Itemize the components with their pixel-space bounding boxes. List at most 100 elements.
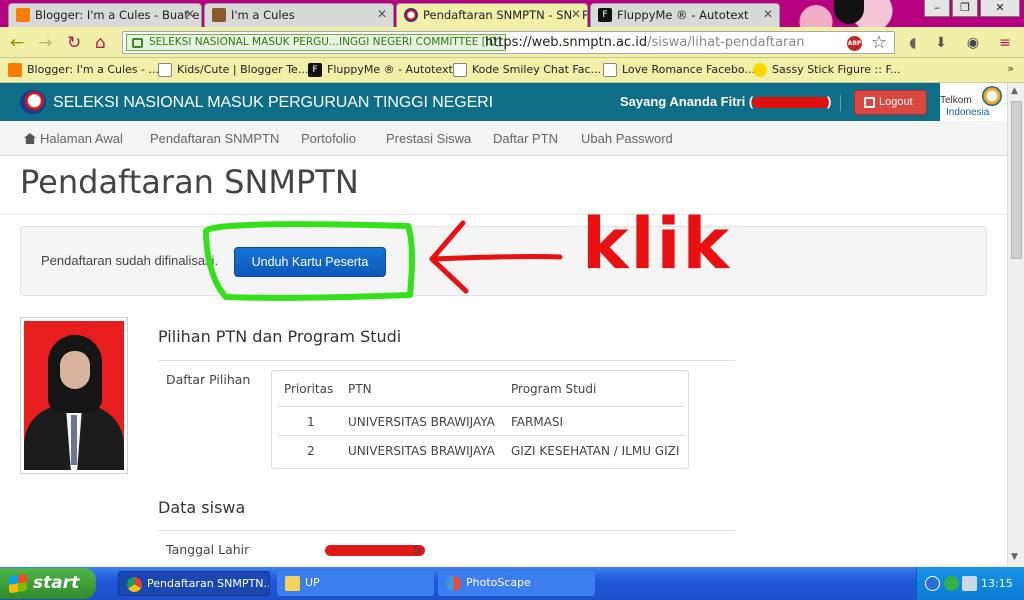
page-icon xyxy=(158,63,172,77)
bookmark-label: Love Romance Facebo... xyxy=(622,63,755,76)
ev-label: SELEKSI NASIONAL MASUK PERGU...INGGI NEG… xyxy=(149,36,502,48)
fluppyme-icon: F xyxy=(598,8,612,22)
page-scrollbar[interactable]: ▲ ▼ xyxy=(1007,83,1024,567)
taskbar-item-chrome[interactable]: Pendaftaran SNMPTN... xyxy=(118,571,270,596)
bookmarks-overflow[interactable]: » xyxy=(1007,62,1014,75)
smiley-code-icon xyxy=(453,63,467,77)
taskbar-item-photoscape[interactable]: PhotoScape xyxy=(438,571,595,596)
download-extension-icon[interactable]: ⬇ xyxy=(932,34,950,52)
table-cell: FARMASI xyxy=(511,415,564,429)
finalized-text: Pendaftaran sudah difinalisasi. xyxy=(41,253,219,268)
browser-tab-snmptn[interactable]: Pendaftaran SNMPTN - SNMP ✕ xyxy=(396,3,588,27)
folder-icon xyxy=(285,576,300,591)
tab-label: Pendaftaran SNMPTN - SNMP xyxy=(423,8,588,22)
table-cell: 1 xyxy=(307,415,315,429)
section-title-student: Data siswa xyxy=(158,498,246,517)
start-button[interactable]: start xyxy=(0,568,96,599)
bookmark-item[interactable]: F FluppyMe ® - Autotext xyxy=(308,63,453,77)
bookmark-item[interactable]: Kode Smiley Chat Fac... xyxy=(453,63,601,77)
bookmark-item[interactable]: Love Romance Facebo... xyxy=(603,63,755,77)
close-window-icon[interactable]: ✕ xyxy=(980,0,1020,17)
bookmark-item[interactable]: Blogger: I'm a Cules - ... xyxy=(8,63,159,77)
taskbar-item-folder[interactable]: UP xyxy=(277,571,434,596)
nav-item-ubah-password[interactable]: Ubah Password xyxy=(581,131,673,146)
audio-extension-icon[interactable]: ◖ xyxy=(904,34,922,52)
page-icon xyxy=(603,63,617,77)
site-title: SELEKSI NASIONAL MASUK PERGURUAN TINGGI … xyxy=(53,94,493,111)
nav-item-halaman-awal[interactable]: Halaman Awal xyxy=(24,131,123,146)
logout-icon xyxy=(864,97,875,108)
bookmark-item[interactable]: Sassy Stick Figure :: F... xyxy=(753,63,901,77)
table-cell: UNIVERSITAS BRAWIJAYA xyxy=(348,415,495,429)
forward-icon[interactable]: → xyxy=(38,33,52,53)
table-cell: 2 xyxy=(307,444,315,458)
table-row: 2 UNIVERSITAS BRAWIJAYA GIZI KESEHATAN /… xyxy=(272,436,690,465)
taskbar-clock: 13:15 xyxy=(981,577,1013,590)
photo-face xyxy=(60,351,90,389)
url-host: https://web.snmptn.ac.id xyxy=(485,35,648,50)
header-divider xyxy=(840,95,841,111)
snmptn-logo xyxy=(20,90,46,114)
adblock-icon[interactable]: ABP xyxy=(847,36,862,51)
nav-item-portofolio[interactable]: Portofolio xyxy=(301,131,356,146)
blogger-icon xyxy=(8,63,22,77)
bookmark-label: FluppyMe ® - Autotext xyxy=(327,63,453,76)
lock-icon xyxy=(132,38,143,48)
nav-item-pendaftaran[interactable]: Pendaftaran SNMPTN xyxy=(150,131,279,146)
nav-item-prestasi[interactable]: Prestasi Siswa xyxy=(386,131,471,146)
photo-tie xyxy=(71,415,77,465)
network-icon[interactable] xyxy=(962,576,977,591)
logout-button[interactable]: Logout xyxy=(854,90,927,115)
close-tab-icon[interactable]: ✕ xyxy=(377,7,387,21)
address-bar[interactable]: SELEKSI NASIONAL MASUK PERGU...INGGI NEG… xyxy=(122,31,895,54)
download-card-button[interactable]: Unduh Kartu Peserta xyxy=(234,247,386,277)
window-controls: – ❐ ✕ xyxy=(924,0,1020,18)
fluppyme-icon: F xyxy=(308,63,322,77)
bookmark-item[interactable]: Kids/Cute | Blogger Te... xyxy=(158,63,309,77)
section-divider xyxy=(158,360,735,361)
back-icon[interactable]: ← xyxy=(10,33,24,53)
section-title-ptn: Pilihan PTN dan Program Studi xyxy=(158,327,402,346)
minimize-icon[interactable]: – xyxy=(924,0,950,17)
reload-icon[interactable]: ↻ xyxy=(67,33,81,53)
kaspersky-icon[interactable] xyxy=(944,576,959,591)
home-icon[interactable]: ⌂ xyxy=(95,33,106,53)
scroll-down-icon[interactable]: ▼ xyxy=(1011,552,1018,562)
page-title: Pendaftaran SNMPTN xyxy=(20,163,359,201)
scroll-up-icon[interactable]: ▲ xyxy=(1011,86,1018,96)
close-tab-icon[interactable]: ✕ xyxy=(570,7,581,21)
url-text[interactable]: https://web.snmptn.ac.id/siswa/lihat-pen… xyxy=(485,35,805,50)
ev-certificate-badge[interactable]: SELEKSI NASIONAL MASUK PERGU...INGGI NEG… xyxy=(126,34,507,51)
user-name-suffix: ) xyxy=(827,94,832,109)
main-nav: Halaman Awal Pendaftaran SNMPTN Portofol… xyxy=(0,121,1007,156)
browser-tab-fluppyme[interactable]: F FluppyMe ® - Autotext ✕ xyxy=(590,3,780,27)
birthdate-value: 5 xyxy=(413,542,421,557)
theme-decoration xyxy=(774,0,914,27)
finalized-notice: Pendaftaran sudah difinalisasi. Unduh Ka… xyxy=(20,226,987,296)
bookmark-star-icon[interactable]: ☆ xyxy=(871,32,887,53)
windows-logo-icon xyxy=(9,573,27,594)
tab-label: FluppyMe ® - Autotext xyxy=(617,8,749,22)
browser-tab-cules[interactable]: I'm a Cules ✕ xyxy=(204,3,394,27)
browser-tab-blogger[interactable]: Blogger: I'm a Cules - Buat e ✕ xyxy=(8,3,202,27)
home-icon xyxy=(24,133,36,144)
bookmark-label: Sassy Stick Figure :: F... xyxy=(772,63,901,76)
scroll-thumb[interactable] xyxy=(1011,101,1022,259)
task-label: Pendaftaran SNMPTN... xyxy=(147,577,270,590)
close-tab-icon[interactable]: ✕ xyxy=(185,7,195,21)
photo-background xyxy=(24,321,124,470)
bookmark-label: Kids/Cute | Blogger Te... xyxy=(177,63,309,76)
telkom-logo: Telkom Indonesia xyxy=(940,83,1007,121)
url-path: /siswa/lihat-pendaftaran xyxy=(647,35,805,50)
tray-expand-icon[interactable] xyxy=(925,576,940,591)
browser-tab-strip: Blogger: I'm a Cules - Buat e ✕ I'm a Cu… xyxy=(0,0,1024,27)
maximize-icon[interactable]: ❐ xyxy=(952,0,978,17)
section-divider xyxy=(158,530,735,531)
camera-extension-icon[interactable]: ◉ xyxy=(964,34,982,52)
browser-toolbar: ← → ↻ ⌂ SELEKSI NASIONAL MASUK PERGU...I… xyxy=(0,27,1024,58)
nav-item-daftar-ptn[interactable]: Daftar PTN xyxy=(493,131,558,146)
photoscape-icon xyxy=(446,576,461,591)
close-tab-icon[interactable]: ✕ xyxy=(763,7,773,21)
blog-favicon-icon xyxy=(212,8,226,22)
menu-icon[interactable]: ≡ xyxy=(996,34,1014,52)
